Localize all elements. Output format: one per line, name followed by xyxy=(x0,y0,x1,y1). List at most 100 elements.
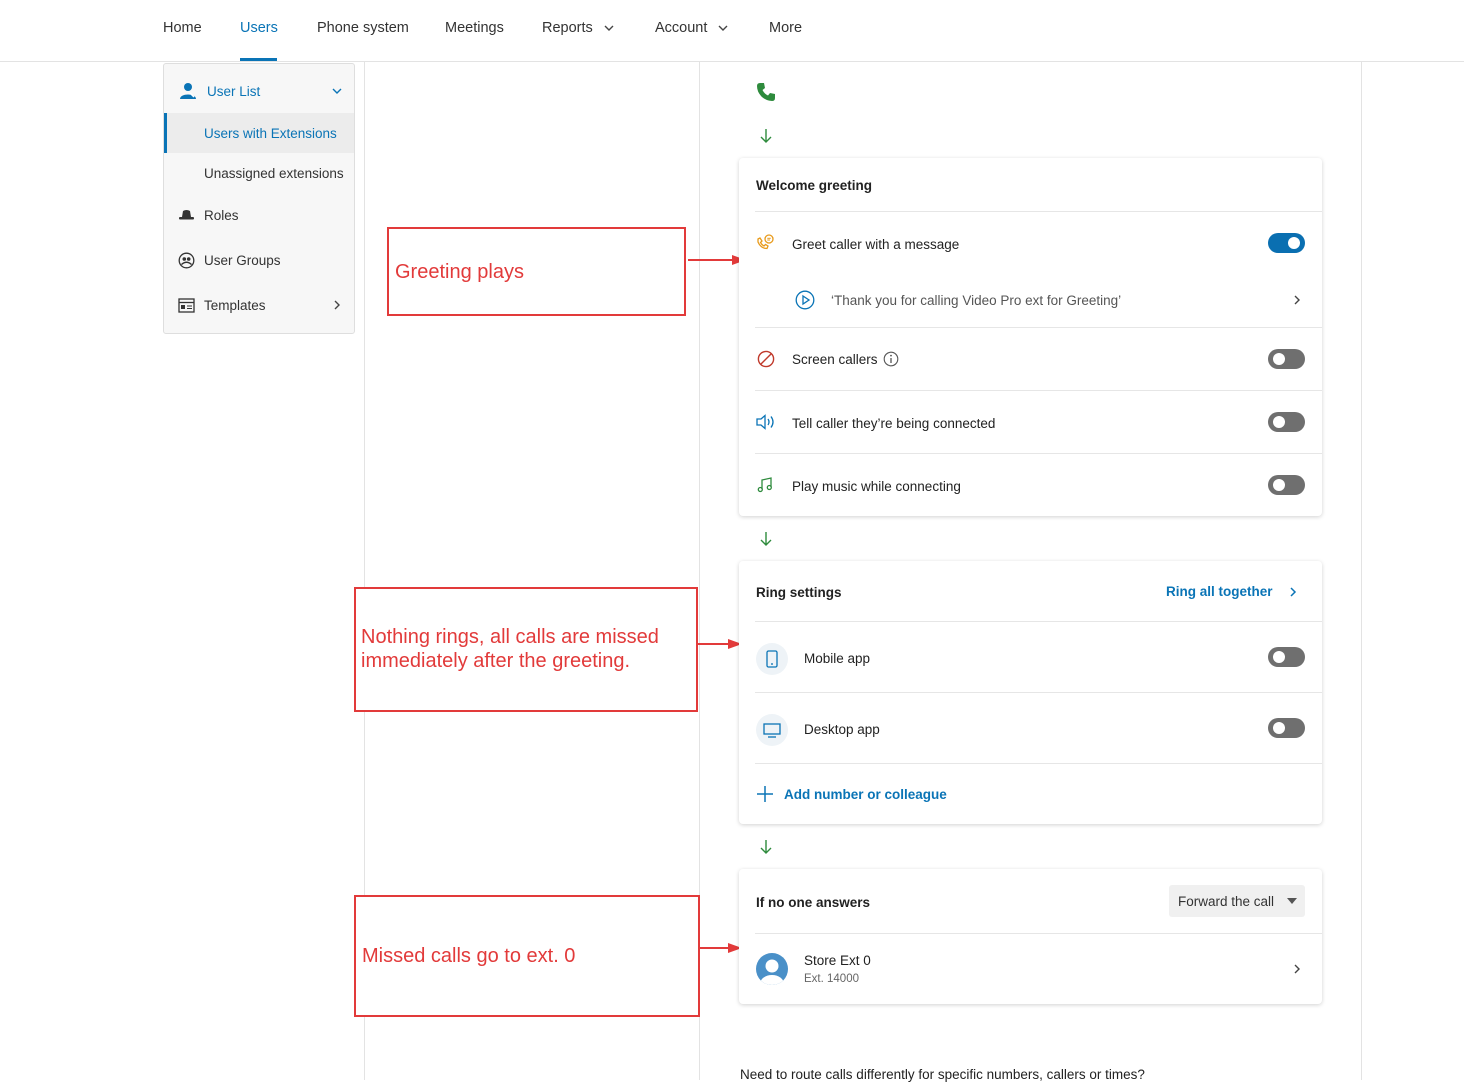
sidebar-item-user-groups[interactable]: User Groups xyxy=(164,243,354,277)
sidebar-item-users-with-extensions[interactable]: Users with Extensions xyxy=(164,113,354,153)
divider xyxy=(755,327,1322,328)
sidebar-item-templates[interactable]: Templates xyxy=(164,288,354,322)
chevron-down-icon xyxy=(604,25,614,31)
speaker-icon xyxy=(756,414,774,430)
nav-meetings-label: Meetings xyxy=(445,20,504,36)
desktop-app-toggle[interactable] xyxy=(1268,718,1305,738)
user-icon xyxy=(180,83,196,99)
nav-reports-label: Reports xyxy=(542,20,593,36)
sidebar-item-label: Templates xyxy=(204,297,266,313)
sidebar-item-label: User List xyxy=(207,83,261,99)
toggle-knob xyxy=(1273,722,1285,734)
nav-account-label: Account xyxy=(655,20,708,36)
sidebar: User List Users with Extensions Unassign… xyxy=(163,63,355,334)
screen-callers-toggle[interactable] xyxy=(1268,349,1305,369)
nav-more-label: More xyxy=(769,20,803,36)
hat-icon xyxy=(179,210,194,220)
nav-meetings[interactable]: Meetings xyxy=(445,20,504,36)
sidebar-item-label: Unassigned extensions xyxy=(204,165,344,181)
template-icon xyxy=(178,297,195,313)
divider xyxy=(755,390,1322,391)
play-icon xyxy=(795,290,815,310)
no-answer-card: If no one answers Forward the call Store… xyxy=(739,869,1322,1004)
info-icon[interactable] xyxy=(883,351,899,367)
nav-active-underline xyxy=(240,58,277,61)
desktop-icon xyxy=(763,723,781,738)
nav-phone-system-label: Phone system xyxy=(317,20,409,36)
nav-account[interactable]: Account xyxy=(655,20,729,36)
annotation-arrow xyxy=(698,639,742,649)
no-answer-action-value: Forward the call xyxy=(1178,894,1275,909)
screen-callers-label: Screen callers xyxy=(792,352,878,367)
nav-users-label: Users xyxy=(240,20,278,36)
divider xyxy=(755,763,1322,764)
mobile-app-toggle[interactable] xyxy=(1268,647,1305,667)
ring-settings-title: Ring settings xyxy=(756,585,842,600)
divider xyxy=(755,933,1322,934)
greet-caller-toggle[interactable] xyxy=(1268,233,1305,253)
music-icon xyxy=(757,477,772,493)
greeting-message-row[interactable]: ‘Thank you for calling Video Pro ext for… xyxy=(755,286,1322,316)
toggle-knob xyxy=(1288,237,1300,249)
annotation-text: immediately after the greeting. xyxy=(361,650,631,672)
mobile-phone-icon xyxy=(766,650,778,668)
welcome-greeting-title: Welcome greeting xyxy=(756,178,873,193)
chevron-right-icon xyxy=(1289,586,1296,597)
block-icon xyxy=(757,350,775,368)
forward-target-extension: Ext. 14000 xyxy=(804,973,859,985)
chevron-down-icon xyxy=(718,25,728,31)
forward-target-name: Store Ext 0 xyxy=(804,953,871,968)
add-number-button[interactable]: Add number or colleague xyxy=(756,785,947,803)
sidebar-item-label: Users with Extensions xyxy=(204,125,337,141)
annotation-text: Missed calls go to ext. 0 xyxy=(362,945,576,967)
divider xyxy=(755,453,1322,454)
mobile-icon-bg xyxy=(756,643,788,675)
toggle-knob xyxy=(1273,651,1285,663)
arrow-down-icon xyxy=(760,532,772,546)
annotation-nothing-rings: Nothing rings, all calls are missed imme… xyxy=(354,587,698,712)
column-divider xyxy=(1361,62,1362,1080)
ring-mode-link[interactable]: Ring all together xyxy=(1166,584,1299,599)
annotation-missed-calls: Missed calls go to ext. 0 xyxy=(354,895,700,1017)
active-indicator xyxy=(164,113,167,153)
play-music-toggle[interactable] xyxy=(1268,475,1305,495)
arrow-down-icon xyxy=(760,840,772,854)
toggle-knob xyxy=(1273,353,1285,365)
forward-target-row[interactable]: Store Ext 0 Ext. 14000 xyxy=(755,946,1322,996)
ring-settings-card: Ring settings Ring all together Mobile a… xyxy=(739,561,1322,824)
nav-phone-system[interactable]: Phone system xyxy=(317,20,409,36)
play-music-label: Play music while connecting xyxy=(792,479,961,494)
no-answer-title: If no one answers xyxy=(756,895,871,910)
annotation-text: Greeting plays xyxy=(395,261,524,283)
sidebar-item-label: Roles xyxy=(204,207,239,223)
nav-more[interactable]: More xyxy=(769,20,802,36)
top-nav: Home Users Phone system Meetings Reports… xyxy=(0,0,1464,62)
mobile-app-label: Mobile app xyxy=(804,651,871,666)
sidebar-item-user-list[interactable]: User List xyxy=(164,74,354,108)
sidebar-item-roles[interactable]: Roles xyxy=(164,198,354,232)
chevron-down-icon xyxy=(332,88,342,94)
divider xyxy=(755,621,1322,622)
plus-icon xyxy=(757,786,773,802)
toggle-knob xyxy=(1273,479,1285,491)
divider xyxy=(755,211,1322,212)
desktop-app-label: Desktop app xyxy=(804,722,880,737)
tell-caller-toggle[interactable] xyxy=(1268,412,1305,432)
caret-down-icon xyxy=(1287,898,1297,904)
ring-mode-label: Ring all together xyxy=(1166,584,1273,599)
no-answer-action-select[interactable]: Forward the call xyxy=(1169,885,1305,917)
nav-home[interactable]: Home xyxy=(163,20,202,36)
chevron-right-icon xyxy=(334,300,340,310)
toggle-knob xyxy=(1273,416,1285,428)
nav-reports[interactable]: Reports xyxy=(542,20,615,36)
tell-caller-label: Tell caller they’re being connected xyxy=(792,416,996,431)
avatar xyxy=(756,953,788,985)
annotation-greeting: Greeting plays xyxy=(387,227,686,316)
greeting-message-text: ‘Thank you for calling Video Pro ext for… xyxy=(831,293,1122,308)
sidebar-item-unassigned-extensions[interactable]: Unassigned extensions xyxy=(164,153,354,193)
nav-users[interactable]: Users xyxy=(240,20,278,36)
sidebar-item-label: User Groups xyxy=(204,252,281,268)
add-number-label: Add number or colleague xyxy=(784,786,947,802)
arrow-down-icon xyxy=(760,129,772,143)
divider xyxy=(755,692,1322,693)
